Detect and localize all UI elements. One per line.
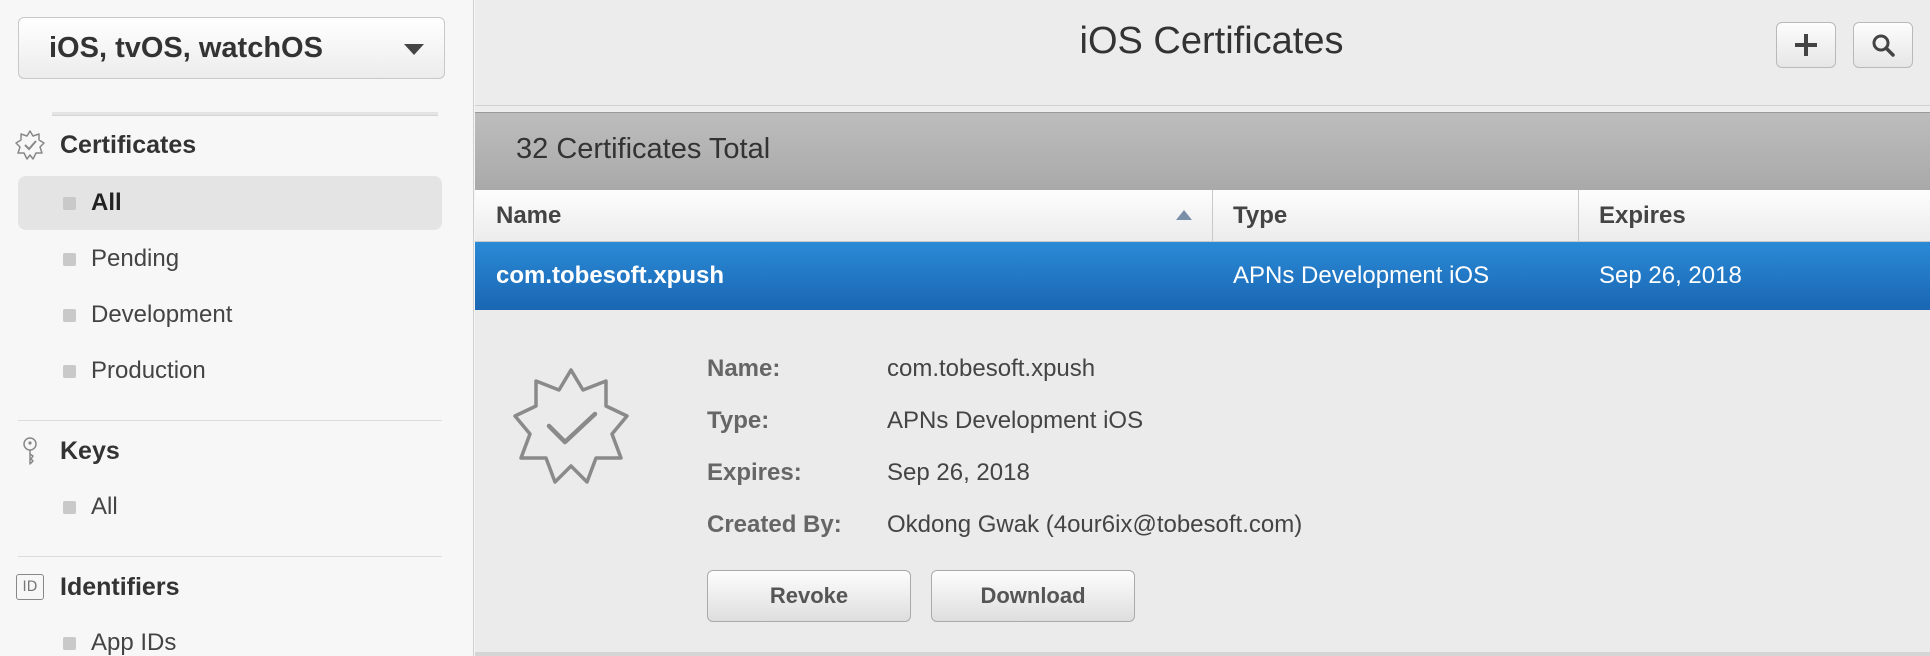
- sidebar-item-label: App IDs: [91, 629, 177, 656]
- search-button[interactable]: [1853, 22, 1913, 68]
- page-title: iOS Certificates: [1079, 20, 1344, 62]
- section-certificates: Certificates: [14, 129, 196, 161]
- column-header-expires[interactable]: Expires: [1578, 190, 1930, 242]
- detail-label-expires: Expires:: [707, 459, 802, 486]
- detail-value-name: com.tobesoft.xpush: [887, 355, 1096, 382]
- main-panel: iOS Certificates 32 Certificates Total N…: [475, 0, 1930, 656]
- detail-value-type: APNs Development iOS: [887, 407, 1144, 434]
- key-icon: [14, 435, 46, 467]
- bullet-icon: [63, 252, 76, 266]
- bullet-icon: [63, 636, 76, 650]
- certificates-total: 32 Certificates Total: [516, 133, 771, 165]
- search-icon: [1872, 34, 1895, 57]
- sidebar-item-label: All: [91, 189, 122, 216]
- column-header-label: Expires: [1599, 202, 1686, 229]
- bullet-icon: [63, 308, 76, 322]
- detail-value-expires: Sep 26, 2018: [887, 459, 1030, 486]
- certificate-badge-icon: [513, 368, 629, 484]
- sidebar: iOS, tvOS, watchOS Certificates All Pend…: [0, 0, 474, 656]
- sidebar-item-app-ids[interactable]: App IDs: [18, 616, 442, 656]
- column-header-type[interactable]: Type: [1212, 190, 1578, 242]
- add-button[interactable]: [1776, 22, 1836, 68]
- sidebar-item-certificates-all[interactable]: All: [18, 176, 442, 230]
- sidebar-item-label: Pending: [91, 245, 180, 272]
- plus-icon: [1795, 34, 1817, 56]
- bullet-icon: [63, 364, 76, 378]
- cell-type: APNs Development iOS: [1233, 262, 1490, 289]
- sidebar-item-label: All: [91, 493, 118, 520]
- sidebar-item-pending[interactable]: Pending: [18, 232, 442, 286]
- cell-expires: Sep 26, 2018: [1599, 262, 1742, 289]
- table-row[interactable]: com.tobesoft.xpush APNs Development iOS …: [475, 242, 1930, 310]
- certificate-badge-icon: [14, 129, 46, 161]
- sort-ascending-icon: [1176, 210, 1192, 220]
- sidebar-separator: [18, 556, 442, 557]
- detail-label-name: Name:: [707, 355, 781, 382]
- column-header-label: Type: [1233, 202, 1288, 229]
- bottom-divider: [475, 652, 1930, 656]
- platform-select[interactable]: iOS, tvOS, watchOS: [18, 17, 445, 79]
- cell-name: com.tobesoft.xpush: [496, 262, 725, 289]
- revoke-button[interactable]: Revoke: [707, 570, 911, 622]
- summary-bar: 32 Certificates Total: [475, 112, 1930, 190]
- sidebar-item-keys-all[interactable]: All: [18, 480, 442, 534]
- column-header-label: Name: [496, 202, 562, 229]
- bullet-icon: [63, 500, 76, 514]
- section-title-identifiers: Identifiers: [60, 572, 180, 601]
- section-keys: Keys: [14, 435, 120, 467]
- detail-label-created-by: Created By:: [707, 511, 842, 538]
- detail-value-created-by: Okdong Gwak (4our6ix@tobesoft.com): [887, 511, 1303, 538]
- detail-label-type: Type:: [707, 407, 770, 434]
- sidebar-item-label: Production: [91, 357, 206, 384]
- table-header: Name Type Expires: [475, 190, 1930, 242]
- download-button[interactable]: Download: [931, 570, 1135, 622]
- sidebar-divider: [52, 112, 438, 116]
- sidebar-separator: [18, 420, 442, 421]
- column-header-name[interactable]: Name: [475, 190, 1212, 242]
- bullet-icon: [63, 196, 76, 210]
- section-title-keys: Keys: [60, 436, 120, 465]
- id-badge-icon: ID: [14, 571, 46, 603]
- certificate-detail: Name: com.tobesoft.xpush Type: APNs Deve…: [475, 310, 1930, 656]
- platform-select-label: iOS, tvOS, watchOS: [49, 31, 323, 64]
- sidebar-item-label: Development: [91, 301, 233, 328]
- top-bar: iOS Certificates: [475, 0, 1930, 106]
- chevron-down-icon: [404, 44, 424, 55]
- id-badge-text: ID: [16, 574, 44, 600]
- section-title-certificates: Certificates: [60, 130, 197, 159]
- sidebar-item-production[interactable]: Production: [18, 344, 442, 398]
- section-identifiers: ID Identifiers: [14, 571, 179, 603]
- sidebar-item-development[interactable]: Development: [18, 288, 442, 342]
